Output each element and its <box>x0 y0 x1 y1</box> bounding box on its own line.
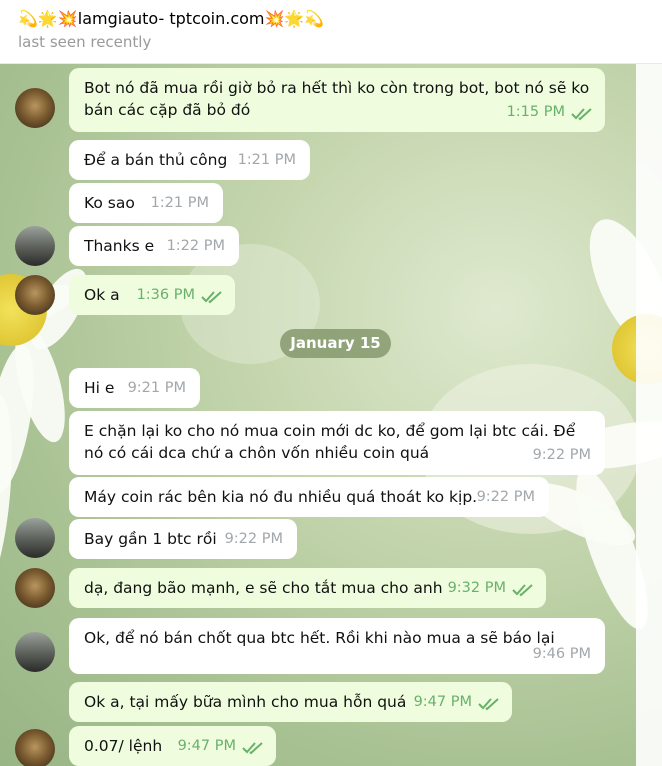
message-bubble[interactable]: dạ, đang bão mạnh, e sẽ cho tắt mua cho … <box>69 568 546 608</box>
message-text: Thanks e <box>84 237 155 255</box>
message-text: Ok a, tại mấy bữa mình cho mua hỗn quá <box>84 693 407 711</box>
message-time: 9:47 PM <box>177 738 236 754</box>
message-time: 9:22 PM <box>532 447 591 463</box>
message-bubble[interactable]: Ok a, tại mấy bữa mình cho mua hỗn quá 9… <box>69 682 512 722</box>
chat-title[interactable]: 💫🌟💥lamgiauto- tptcoin.com💥🌟💫 <box>18 7 662 31</box>
message-time: 9:22 PM <box>476 489 535 505</box>
message-bubble[interactable]: Bay gần 1 btc rồi 9:22 PM <box>69 519 297 559</box>
chat-area[interactable]: Bot nó đã mua rồi giờ bỏ ra hết thì ko c… <box>0 64 662 766</box>
avatar[interactable] <box>15 88 55 128</box>
scrollbar[interactable] <box>636 64 662 766</box>
double-check-icon <box>571 108 592 121</box>
avatar[interactable] <box>15 568 55 608</box>
avatar[interactable] <box>15 518 55 558</box>
message-bubble[interactable]: Bot nó đã mua rồi giờ bỏ ra hết thì ko c… <box>69 68 605 132</box>
message-text: Hi e <box>84 379 115 397</box>
chat-header[interactable]: 💫🌟💥lamgiauto- tptcoin.com💥🌟💫 last seen r… <box>0 0 662 64</box>
avatar[interactable] <box>15 226 55 266</box>
message-bubble[interactable]: Thanks e 1:22 PM <box>69 226 239 266</box>
message-time: 1:21 PM <box>150 195 209 211</box>
message-time: 9:46 PM <box>532 646 591 662</box>
message-time: 1:36 PM <box>136 287 195 303</box>
message-text: Ok a <box>84 286 120 304</box>
message-time: 1:15 PM <box>506 104 565 120</box>
double-check-icon <box>478 698 499 711</box>
message-time: 9:32 PM <box>447 580 506 596</box>
message-text: Để a bán thủ công <box>84 151 228 169</box>
chat-status: last seen recently <box>18 33 152 51</box>
message-time: 1:22 PM <box>166 238 225 254</box>
message-text: Ok, để nó bán chốt qua btc hết. Rồi khi … <box>84 629 555 647</box>
date-separator: January 15 <box>280 329 391 358</box>
message-bubble[interactable]: Ok, để nó bán chốt qua btc hết. Rồi khi … <box>69 618 605 674</box>
message-text: Ko sao <box>84 194 135 212</box>
avatar[interactable] <box>15 275 55 315</box>
message-text: 0.07/ lệnh <box>84 737 163 755</box>
message-bubble[interactable]: Để a bán thủ công 1:21 PM <box>69 140 310 180</box>
double-check-icon <box>242 742 263 755</box>
message-text: Máy coin rác bên kia nó đu nhiều quá tho… <box>84 488 478 506</box>
message-time: 9:47 PM <box>413 694 472 710</box>
double-check-icon <box>201 291 222 304</box>
message-bubble[interactable]: E chặn lại ko cho nó mua coin mới dc ko,… <box>69 411 605 475</box>
message-bubble[interactable]: 0.07/ lệnh 9:47 PM <box>69 726 276 766</box>
message-bubble[interactable]: Ko sao 1:21 PM <box>69 183 223 223</box>
message-text: E chặn lại ko cho nó mua coin mới dc ko,… <box>84 422 576 462</box>
double-check-icon <box>512 584 533 597</box>
message-time: 9:22 PM <box>224 531 283 547</box>
message-bubble[interactable]: Máy coin rác bên kia nó đu nhiều quá tho… <box>69 477 549 517</box>
message-text: Bay gần 1 btc rồi <box>84 530 217 548</box>
message-bubble[interactable]: Hi e 9:21 PM <box>69 368 200 408</box>
message-time: 9:21 PM <box>127 380 186 396</box>
avatar[interactable] <box>15 729 55 766</box>
message-time: 1:21 PM <box>237 152 296 168</box>
message-text: dạ, đang bão mạnh, e sẽ cho tắt mua cho … <box>84 579 443 597</box>
avatar[interactable] <box>15 632 55 672</box>
message-bubble[interactable]: Ok a 1:36 PM <box>69 275 235 315</box>
